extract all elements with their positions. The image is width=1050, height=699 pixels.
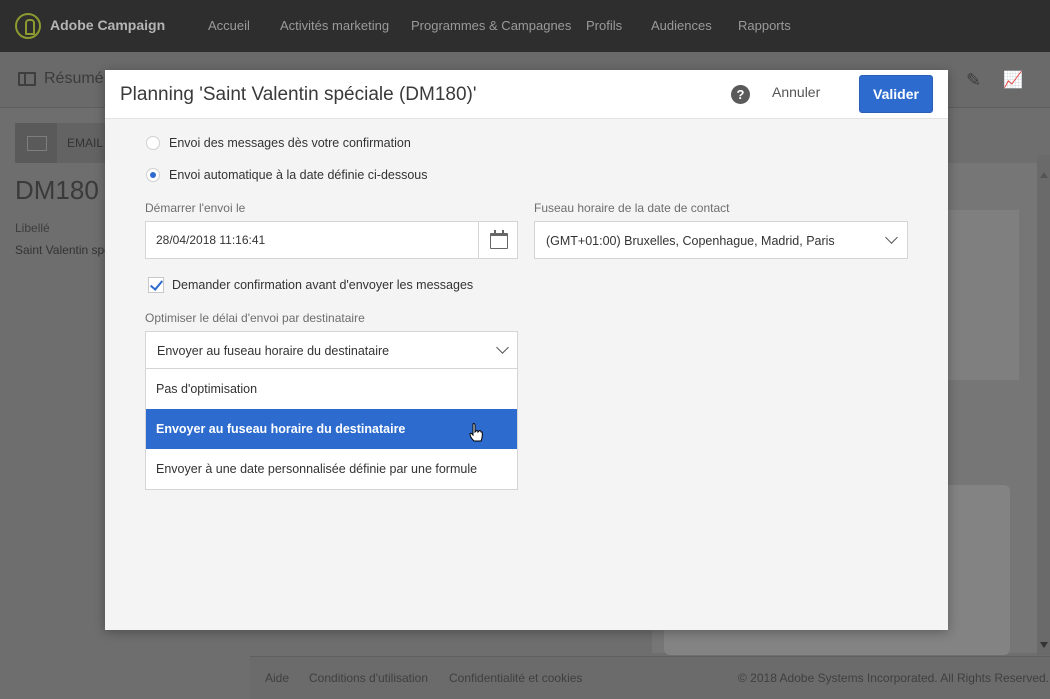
optimize-dropdown-list: Pas d'optimisation Envoyer au fuseau hor… <box>145 368 518 490</box>
nav-item-programmes-campagnes[interactable]: Programmes & Campagnes <box>411 18 571 33</box>
delivery-code: DM180 <box>15 175 99 205</box>
option-recipient-timezone[interactable]: Envoyer au fuseau horaire du destinatair… <box>146 409 517 449</box>
calendar-icon <box>490 230 508 249</box>
brand-name: Adobe Campaign <box>50 17 166 33</box>
radio-send-at-date[interactable] <box>146 168 160 182</box>
confirm-before-send-checkbox[interactable] <box>148 277 164 293</box>
optimize-value: Envoyer au fuseau horaire du destinatair… <box>157 344 390 358</box>
confirm-before-send-label[interactable]: Demander confirmation avant d'envoyer le… <box>172 278 473 292</box>
radio-send-on-confirmation[interactable] <box>146 136 160 150</box>
edit-pencil-icon[interactable]: ✎ <box>966 70 981 91</box>
top-navigation-bar: Adobe Campaign Accueil Activités marketi… <box>0 0 1050 52</box>
nav-item-profils[interactable]: Profils <box>586 18 622 33</box>
radio-send-on-confirmation-label[interactable]: Envoi des messages dès votre confirmatio… <box>169 136 411 150</box>
option-custom-date-formula[interactable]: Envoyer à une date personnalisée définie… <box>146 449 517 489</box>
validate-button[interactable]: Valider <box>859 75 933 113</box>
libelle-label: Libellé <box>15 221 50 235</box>
footer-copyright: © 2018 Adobe Systems Incorporated. All R… <box>738 671 1050 685</box>
footer-link-aide[interactable]: Aide <box>265 671 289 685</box>
chevron-down-icon <box>496 341 509 354</box>
timezone-select[interactable]: (GMT+01:00) Bruxelles, Copenhague, Madri… <box>534 221 908 259</box>
email-icon <box>15 123 57 163</box>
report-chart-icon[interactable]: 📈 <box>1003 70 1023 90</box>
nav-item-audiences[interactable]: Audiences <box>651 18 712 33</box>
dialog-title: Planning 'Saint Valentin spéciale (DM180… <box>120 84 477 105</box>
timezone-value: (GMT+01:00) Bruxelles, Copenhague, Madri… <box>546 234 835 248</box>
sidebar-panel-icon[interactable] <box>18 72 36 86</box>
libelle-value: Saint Valentin spe <box>15 243 111 257</box>
channel-label: EMAIL <box>67 136 104 150</box>
option-no-optimization[interactable]: Pas d'optimisation <box>146 369 517 409</box>
scroll-down-arrow-icon[interactable] <box>1040 642 1048 648</box>
calendar-button[interactable] <box>478 221 518 259</box>
footer-link-conditions[interactable]: Conditions d'utilisation <box>309 671 428 685</box>
planning-dialog: Planning 'Saint Valentin spéciale (DM180… <box>105 70 948 630</box>
dialog-header: Planning 'Saint Valentin spéciale (DM180… <box>105 70 948 119</box>
chevron-down-icon <box>885 231 898 244</box>
footer-link-confidentialite[interactable]: Confidentialité et cookies <box>449 671 582 685</box>
summary-title: Résumé <box>44 70 104 87</box>
adobe-campaign-logo-icon <box>15 13 41 39</box>
cancel-button[interactable]: Annuler <box>772 84 820 100</box>
nav-item-activites-marketing[interactable]: Activités marketing <box>280 18 389 33</box>
nav-item-rapports[interactable]: Rapports <box>738 18 791 33</box>
help-icon[interactable]: ? <box>731 85 750 104</box>
start-date-label: Démarrer l'envoi le <box>145 201 246 215</box>
optimize-label: Optimiser le délai d'envoi par destinata… <box>145 311 365 325</box>
hand-pointer-cursor-icon <box>469 423 483 442</box>
scroll-up-arrow-icon[interactable] <box>1040 160 1048 178</box>
timezone-label: Fuseau horaire de la date de contact <box>534 201 730 215</box>
nav-item-accueil[interactable]: Accueil <box>208 18 250 33</box>
radio-send-at-date-label[interactable]: Envoi automatique à la date définie ci-d… <box>169 168 428 182</box>
start-date-input[interactable] <box>145 221 479 259</box>
optimize-select[interactable]: Envoyer au fuseau horaire du destinatair… <box>145 331 518 369</box>
scrollbar[interactable] <box>1037 155 1050 655</box>
